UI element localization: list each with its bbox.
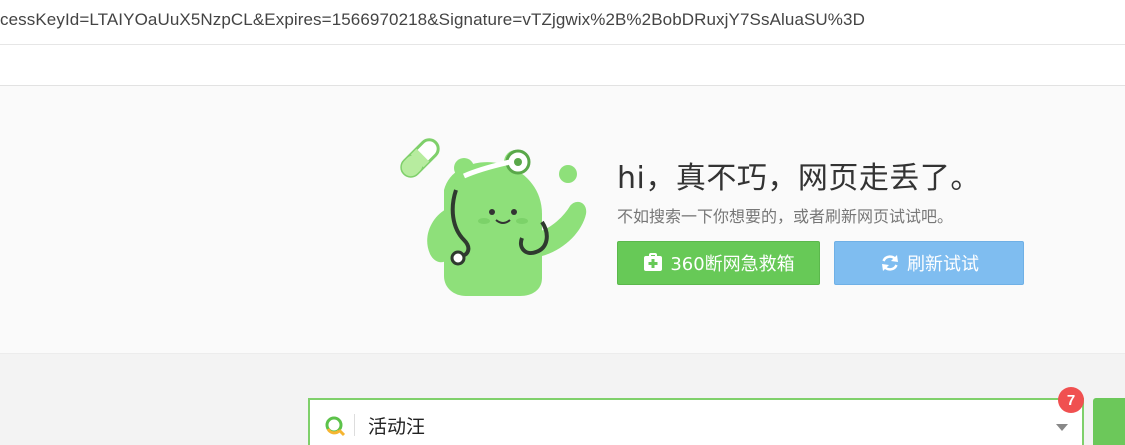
address-bar[interactable]: cessKeyId=LTAIYOaUuX5NzpCL&Expires=15669… (0, 0, 1125, 45)
search-engine-logo-icon (325, 416, 346, 437)
search-box[interactable] (308, 398, 1084, 445)
url-text[interactable]: cessKeyId=LTAIYOaUuX5NzpCL&Expires=15669… (0, 10, 865, 30)
refresh-button[interactable]: 刷新试试 (834, 241, 1024, 285)
doctor-mascot-icon (400, 138, 587, 296)
chevron-down-icon[interactable] (1056, 424, 1068, 431)
toolbar-strip (0, 45, 1125, 86)
search-button[interactable] (1093, 398, 1125, 445)
notification-badge: 7 (1058, 387, 1084, 413)
refresh-label: 刷新试试 (907, 254, 979, 275)
first-aid-icon (644, 253, 663, 271)
error-headline: hi，真不巧，网页走丢了。 (617, 161, 981, 196)
error-subline: 不如搜索一下你想要的，或者刷新网页试试吧。 (617, 207, 954, 226)
refresh-icon (882, 255, 898, 271)
rescue-kit-label: 360断网急救箱 (670, 254, 795, 275)
search-input[interactable] (368, 408, 1028, 442)
search-divider (354, 414, 355, 436)
rescue-kit-button[interactable]: 360断网急救箱 (617, 241, 820, 285)
pill-icon (400, 138, 440, 178)
